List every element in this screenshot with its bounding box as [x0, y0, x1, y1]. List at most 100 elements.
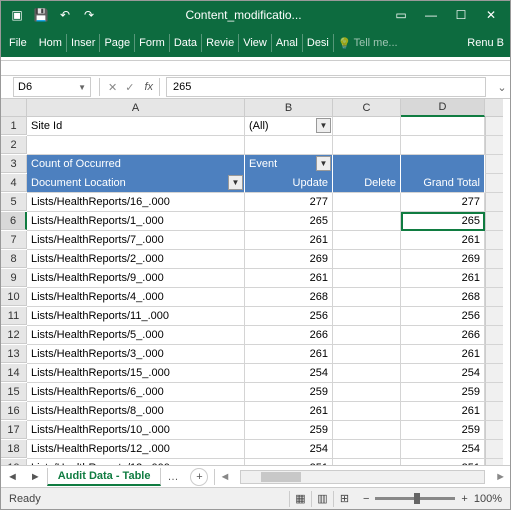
pivot-grand-total-label[interactable]: Grand Total: [401, 174, 485, 193]
cell-B14[interactable]: 254: [245, 364, 333, 383]
cell-C11[interactable]: [333, 307, 401, 326]
cell-B18[interactable]: 254: [245, 440, 333, 459]
row-header-19[interactable]: 19: [1, 459, 27, 465]
cell-C9[interactable]: [333, 269, 401, 288]
cell-B9[interactable]: 261: [245, 269, 333, 288]
cell-D18[interactable]: 254: [401, 440, 485, 459]
row-header-16[interactable]: 16: [1, 402, 27, 420]
vscroll-track[interactable]: [485, 345, 503, 364]
col-header-A[interactable]: A: [27, 99, 245, 117]
row-header-10[interactable]: 10: [1, 288, 27, 306]
tab-file[interactable]: File: [5, 34, 35, 52]
row-header-15[interactable]: 15: [1, 383, 27, 401]
cell-A8[interactable]: Lists/HealthReports/2_.000: [27, 250, 245, 269]
cell-A13[interactable]: Lists/HealthReports/3_.000: [27, 345, 245, 364]
cell-B2[interactable]: [245, 136, 333, 155]
cell-D5[interactable]: 277: [401, 193, 485, 212]
enter-icon[interactable]: ✓: [125, 81, 134, 94]
cell-C1[interactable]: [333, 117, 401, 136]
pivot-event-label[interactable]: Event▼: [245, 155, 333, 174]
zoom-in-icon[interactable]: +: [461, 493, 467, 505]
row-header-12[interactable]: 12: [1, 326, 27, 344]
cell-A10[interactable]: Lists/HealthReports/4_.000: [27, 288, 245, 307]
cell-A5[interactable]: Lists/HealthReports/16_.000: [27, 193, 245, 212]
cell-D14[interactable]: 254: [401, 364, 485, 383]
cell-C7[interactable]: [333, 231, 401, 250]
name-box[interactable]: D6 ▼: [13, 77, 91, 97]
cell-D1[interactable]: [401, 117, 485, 136]
cell-D10[interactable]: 268: [401, 288, 485, 307]
cell-A12[interactable]: Lists/HealthReports/5_.000: [27, 326, 245, 345]
vscroll-track[interactable]: [485, 459, 503, 465]
cell-C8[interactable]: [333, 250, 401, 269]
undo-icon[interactable]: ↶: [53, 8, 77, 22]
cell-A9[interactable]: Lists/HealthReports/9_.000: [27, 269, 245, 288]
col-header-D[interactable]: D: [401, 99, 485, 117]
cell-C15[interactable]: [333, 383, 401, 402]
cell-C5[interactable]: [333, 193, 401, 212]
pivot-doc-location[interactable]: Document Location▼: [27, 174, 245, 193]
tell-me[interactable]: 💡Tell me...: [334, 37, 402, 50]
pivot-hdr-d3[interactable]: [401, 155, 485, 174]
maximize-icon[interactable]: ☐: [446, 8, 476, 22]
formula-input[interactable]: 265: [166, 77, 486, 97]
vscroll-track[interactable]: [485, 440, 503, 459]
vscroll-track[interactable]: [485, 364, 503, 383]
add-sheet-icon[interactable]: +: [190, 468, 208, 486]
cell-C17[interactable]: [333, 421, 401, 440]
pivot-delete-label[interactable]: Delete: [333, 174, 401, 193]
cell-B12[interactable]: 266: [245, 326, 333, 345]
tab-data[interactable]: Data: [170, 34, 202, 52]
cell-D15[interactable]: 259: [401, 383, 485, 402]
pivot-hdr-c3[interactable]: [333, 155, 401, 174]
row-header-8[interactable]: 8: [1, 250, 27, 268]
row-header-18[interactable]: 18: [1, 440, 27, 458]
cell-D7[interactable]: 261: [401, 231, 485, 250]
cell-B17[interactable]: 259: [245, 421, 333, 440]
cell-A15[interactable]: Lists/HealthReports/6_.000: [27, 383, 245, 402]
cell-C6[interactable]: [333, 212, 401, 231]
row-header-5[interactable]: 5: [1, 193, 27, 211]
vscroll-track[interactable]: [485, 193, 503, 212]
cancel-icon[interactable]: ✕: [108, 81, 117, 94]
fx-icon[interactable]: fx: [140, 81, 157, 93]
cell-B1[interactable]: (All)▼: [245, 117, 333, 136]
hscroll-left-icon[interactable]: ◄: [215, 471, 234, 483]
vscroll-track[interactable]: [485, 250, 503, 269]
row-header-2[interactable]: 2: [1, 136, 27, 154]
cell-C2[interactable]: [333, 136, 401, 155]
col-header-C[interactable]: C: [333, 99, 401, 117]
cell-A11[interactable]: Lists/HealthReports/11_.000: [27, 307, 245, 326]
hscroll-right-icon[interactable]: ►: [491, 471, 510, 483]
minimize-icon[interactable]: —: [416, 8, 446, 22]
vscroll-track[interactable]: [485, 231, 503, 250]
chevron-down-icon[interactable]: ▼: [78, 83, 86, 92]
col-header-B[interactable]: B: [245, 99, 333, 117]
normal-view-icon[interactable]: ▦: [289, 491, 311, 507]
cell-C10[interactable]: [333, 288, 401, 307]
sheet-tab-active[interactable]: Audit Data - Table: [47, 468, 162, 486]
cell-D9[interactable]: 261: [401, 269, 485, 288]
zoom-level[interactable]: 100%: [474, 493, 502, 505]
vscroll-track[interactable]: [485, 117, 503, 136]
cell-D8[interactable]: 269: [401, 250, 485, 269]
vscroll-track[interactable]: [485, 288, 503, 307]
cell-D19[interactable]: 251: [401, 459, 485, 465]
cell-B11[interactable]: 256: [245, 307, 333, 326]
tab-design[interactable]: Desi: [303, 34, 334, 52]
cell-D16[interactable]: 261: [401, 402, 485, 421]
next-sheet-icon[interactable]: ►: [24, 471, 47, 483]
vscroll-track[interactable]: [485, 174, 503, 193]
vscroll-track[interactable]: [485, 136, 503, 155]
ribbon-options-icon[interactable]: ▭: [386, 8, 416, 22]
row-header-3[interactable]: 3: [1, 155, 27, 173]
cell-C18[interactable]: [333, 440, 401, 459]
cell-B5[interactable]: 277: [245, 193, 333, 212]
horizontal-scrollbar[interactable]: [240, 470, 485, 484]
row-header-9[interactable]: 9: [1, 269, 27, 287]
zoom-out-icon[interactable]: −: [363, 493, 369, 505]
cell-D12[interactable]: 266: [401, 326, 485, 345]
cell-C19[interactable]: [333, 459, 401, 465]
vscroll-track[interactable]: [485, 421, 503, 440]
worksheet[interactable]: ABCD1Site Id(All)▼23Count of OccurredEve…: [1, 99, 510, 465]
